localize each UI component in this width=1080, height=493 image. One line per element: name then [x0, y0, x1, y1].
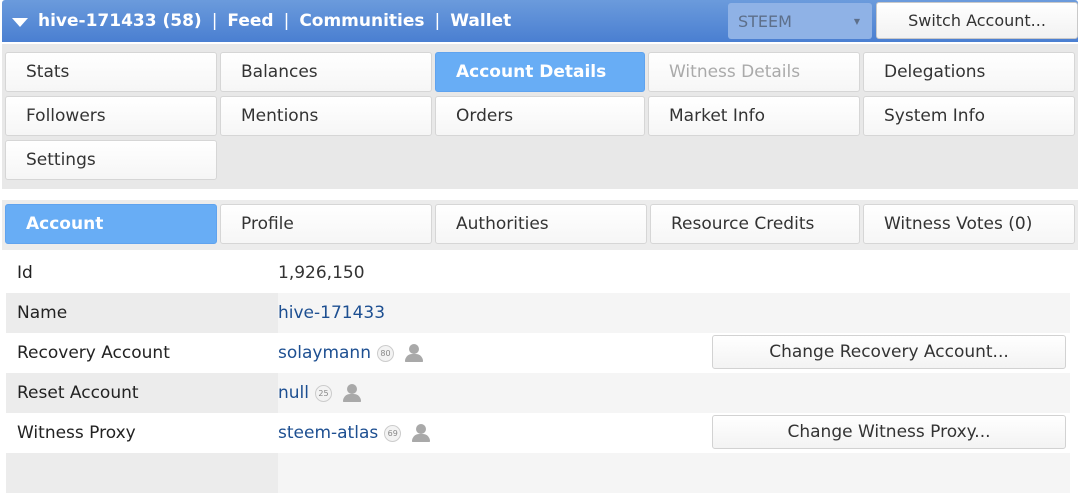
- account-link[interactable]: solaymann: [278, 343, 371, 363]
- user-icon[interactable]: [411, 424, 431, 442]
- nav-feed[interactable]: Feed: [227, 11, 273, 31]
- subtab-witness-votes[interactable]: Witness Votes (0): [863, 204, 1075, 244]
- tab-account-details[interactable]: Account Details: [435, 52, 645, 92]
- row-label: Name: [17, 303, 68, 323]
- account-subtab-panel: Account Profile Authorities Resource Cre…: [2, 200, 1078, 250]
- tab-balances[interactable]: Balances: [220, 52, 432, 92]
- change-witness-proxy-button[interactable]: Change Witness Proxy...: [712, 415, 1066, 449]
- subtab-account[interactable]: Account: [5, 204, 217, 244]
- subtab-profile[interactable]: Profile: [220, 204, 432, 244]
- table-row-reset-account: Reset Account null 25: [6, 373, 1070, 413]
- change-recovery-account-button[interactable]: Change Recovery Account...: [712, 335, 1066, 369]
- row-value: null 25: [278, 373, 362, 413]
- account-title[interactable]: hive-171433 (58): [38, 11, 202, 31]
- value-cell-bg: [278, 293, 1070, 333]
- switch-account-button[interactable]: Switch Account...: [876, 2, 1078, 39]
- main-tab-panel: Stats Balances Account Details Witness D…: [2, 44, 1078, 189]
- tab-orders[interactable]: Orders: [435, 96, 645, 136]
- nav-communities[interactable]: Communities: [299, 11, 424, 31]
- nav-wallet[interactable]: Wallet: [450, 11, 511, 31]
- reputation-badge: 80: [377, 344, 394, 362]
- row-value: 1,926,150: [278, 263, 365, 283]
- tab-market-info[interactable]: Market Info: [648, 96, 860, 136]
- account-link[interactable]: null: [278, 383, 309, 403]
- nav-separator: |: [283, 11, 290, 31]
- chevron-down-icon: ▼: [853, 17, 860, 26]
- subtab-resource-credits[interactable]: Resource Credits: [650, 204, 860, 244]
- account-link[interactable]: hive-171433: [278, 303, 385, 323]
- tab-settings[interactable]: Settings: [5, 140, 217, 180]
- row-value: solaymann 80: [278, 333, 424, 373]
- nav-separator: |: [434, 11, 441, 31]
- reputation-badge: 69: [384, 424, 402, 442]
- row-label: Recovery Account: [17, 343, 170, 363]
- tab-followers[interactable]: Followers: [5, 96, 217, 136]
- row-label: Witness Proxy: [17, 423, 136, 443]
- user-icon[interactable]: [342, 384, 362, 402]
- top-bar: hive-171433 (58) | Feed | Communities | …: [2, 0, 1078, 42]
- tab-system-info[interactable]: System Info: [863, 96, 1075, 136]
- value-cell-bg: [278, 453, 1070, 493]
- chain-select[interactable]: STEEM ▼: [728, 3, 872, 39]
- table-row-name: Name hive-171433: [6, 293, 1070, 333]
- user-icon[interactable]: [404, 344, 424, 362]
- tab-witness-details: Witness Details: [648, 52, 860, 92]
- tab-stats[interactable]: Stats: [5, 52, 217, 92]
- row-value: steem-atlas 69: [278, 413, 431, 453]
- row-value: hive-171433: [278, 293, 385, 333]
- row-label: Id: [17, 263, 33, 283]
- account-link[interactable]: steem-atlas: [278, 423, 378, 443]
- chain-select-value: STEEM: [738, 11, 792, 31]
- row-label: Reset Account: [17, 383, 139, 403]
- value-cell-bg: [278, 373, 1070, 413]
- header-nav: hive-171433 (58) | Feed | Communities | …: [12, 0, 511, 42]
- table-row-witness-proxy: Witness Proxy steem-atlas 69 Change Witn…: [6, 413, 1070, 453]
- tab-delegations[interactable]: Delegations: [863, 52, 1075, 92]
- table-row-recovery-account: Recovery Account solaymann 80 Change Rec…: [6, 333, 1070, 373]
- subtab-authorities[interactable]: Authorities: [435, 204, 647, 244]
- nav-separator: |: [211, 11, 218, 31]
- reputation-badge: 25: [315, 384, 332, 402]
- tab-mentions[interactable]: Mentions: [220, 96, 432, 136]
- dropdown-triangle-icon[interactable]: [12, 17, 28, 27]
- table-row-partial: [6, 453, 1070, 493]
- table-row-id: Id 1,926,150: [6, 253, 1070, 293]
